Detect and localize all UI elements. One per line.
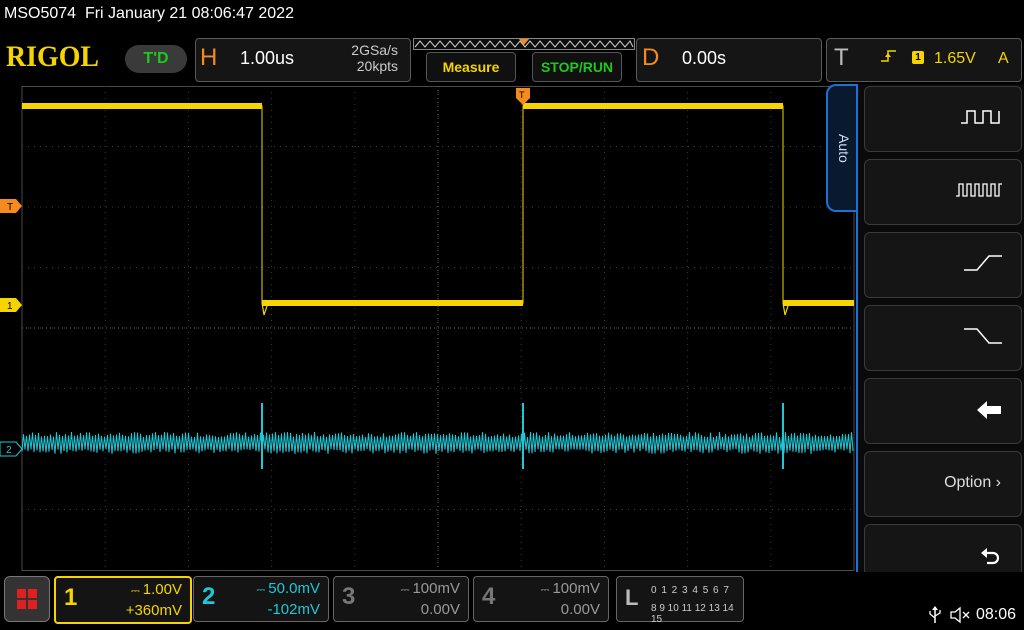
clock: 08:06 xyxy=(976,606,1017,623)
dc-coupling-icon: ⎓ xyxy=(540,584,553,596)
menu-item-fall-time[interactable] xyxy=(864,305,1022,371)
single-period-icon xyxy=(961,110,1000,124)
trigger-position-marker-text: T xyxy=(519,90,525,100)
status-line: MSO5074 Fri January 21 08:06:47 2022 xyxy=(4,5,294,23)
channel-bar: 1 ⎓ 1.00V +360mV 2 ⎓ 50.0mV -102mV 3 ⎓ 1… xyxy=(0,572,1024,630)
trigger-sweep: A xyxy=(998,50,1009,67)
logic-label: L xyxy=(625,585,639,610)
sample-rate: 2GSa/s xyxy=(351,42,398,58)
delay-panel[interactable] xyxy=(636,38,822,82)
trigger-status-badge: T'D xyxy=(125,45,187,73)
ch2-ground-marker[interactable]: 2 xyxy=(0,441,23,457)
trigger-panel[interactable] xyxy=(826,38,1022,82)
menu-grid-icon xyxy=(17,589,37,609)
markers[interactable]: T 1 2 T xyxy=(0,88,530,457)
horizontal-label: H xyxy=(200,44,218,71)
undo-icon xyxy=(981,548,1000,565)
dc-coupling-icon: ⎓ xyxy=(400,584,413,596)
measure-button[interactable]: Measure xyxy=(426,52,516,82)
channel-2-number: 2 xyxy=(202,583,216,610)
trigger-level-marker-text: T xyxy=(7,202,13,213)
trigger-label: T xyxy=(834,44,849,71)
rising-edge-icon xyxy=(881,50,896,62)
logic-channels-high: 8 9 10 11 12 13 14 15 xyxy=(651,603,734,625)
timebase-value[interactable]: 1.00us xyxy=(240,48,294,69)
channel-4-values: ⎓ 100mV 0.00V xyxy=(540,580,600,618)
channel-1-box[interactable]: 1 ⎓ 1.00V +360mV xyxy=(54,576,192,624)
rise-time-icon xyxy=(964,255,1002,271)
model-name: MSO5074 xyxy=(4,5,77,22)
dc-coupling-icon: ⎓ xyxy=(130,585,143,597)
channel-2-values: ⎓ 50.0mV -102mV xyxy=(256,580,320,618)
graticule xyxy=(21,86,855,571)
multi-period-icon xyxy=(956,183,1002,197)
main-menu-button[interactable] xyxy=(4,576,50,622)
channel-1-number: 1 xyxy=(64,584,78,611)
option-label: Option › xyxy=(944,474,1001,491)
speaker-muted-icon[interactable] xyxy=(950,606,972,624)
delay-label: D xyxy=(642,44,660,71)
side-menu: Option › xyxy=(856,84,1024,594)
logic-analyzer-box[interactable]: L 0 1 2 3 4 5 6 7 8 9 10 11 12 13 14 15 xyxy=(616,576,744,625)
menu-item-single-period[interactable] xyxy=(864,86,1022,152)
trigger-position-marker[interactable]: T xyxy=(516,88,530,105)
memory-depth: 20kpts xyxy=(356,58,398,74)
channel-4-number: 4 xyxy=(482,583,496,610)
back-arrow-icon xyxy=(977,401,1001,419)
datetime: Fri January 21 08:06:47 2022 xyxy=(84,5,294,22)
usb-icon xyxy=(929,606,941,623)
dc-coupling-icon: ⎓ xyxy=(256,584,269,596)
channel-1-values: ⎓ 1.00V +360mV xyxy=(125,581,182,619)
trigger-level-marker[interactable]: T xyxy=(0,199,22,213)
menu-item-multi-period[interactable] xyxy=(864,159,1022,225)
channel-3-box[interactable]: 3 ⎓ 100mV 0.00V xyxy=(333,576,469,622)
logic-channels-low: 0 1 2 3 4 5 6 7 xyxy=(651,585,730,596)
sample-info: 2GSa/s 20kpts xyxy=(320,42,398,74)
trigger-level[interactable]: 1.65V xyxy=(934,50,976,68)
channel-3-number: 3 xyxy=(342,583,356,610)
menu-item-option[interactable]: Option › xyxy=(864,451,1022,517)
ch2-ground-marker-text: 2 xyxy=(6,445,12,456)
trigger-source-badge: 1 xyxy=(912,51,924,64)
channel-2-box[interactable]: 2 ⎓ 50.0mV -102mV xyxy=(193,576,329,622)
stop-run-button[interactable]: STOP/RUN xyxy=(532,52,622,82)
memory-strip-icon xyxy=(413,38,635,50)
waveform-display[interactable]: T 1 2 T xyxy=(0,86,856,572)
rigol-logo: RIGOL xyxy=(6,40,100,73)
delay-value[interactable]: 0.00s xyxy=(682,48,726,69)
fall-time-icon xyxy=(964,328,1002,344)
ch1-ground-marker-text: 1 xyxy=(7,301,13,312)
ch1-ground-marker[interactable]: 1 xyxy=(0,298,22,312)
channel-3-values: ⎓ 100mV 0.00V xyxy=(400,580,460,618)
channel-4-box[interactable]: 4 ⎓ 100mV 0.00V xyxy=(473,576,609,622)
menu-item-back[interactable] xyxy=(864,378,1022,444)
auto-tab[interactable]: Auto xyxy=(826,84,860,212)
menu-item-rise-time[interactable] xyxy=(864,232,1022,298)
chevron-right-icon: › xyxy=(991,474,1001,491)
